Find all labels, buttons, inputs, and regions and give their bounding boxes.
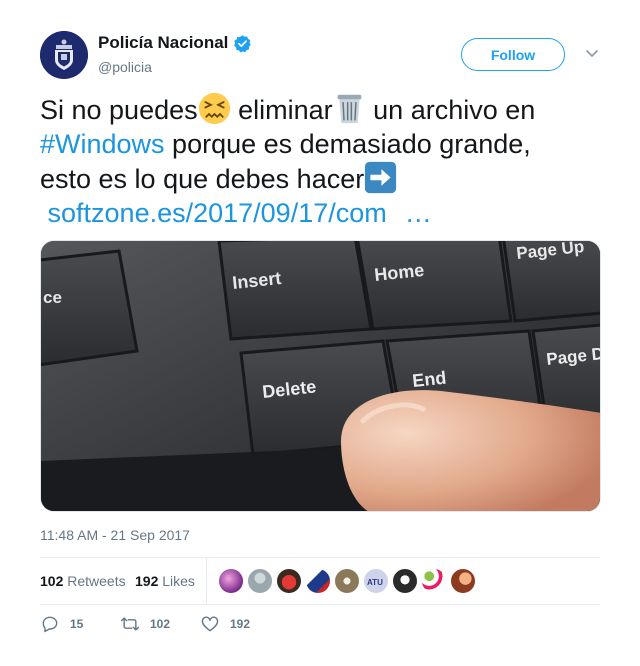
right-arrow-emoji <box>365 161 397 194</box>
liker-avatar[interactable] <box>305 568 331 594</box>
atu-logo-icon: ATU <box>367 578 383 587</box>
link-ellipsis: … <box>404 198 432 228</box>
retweet-button[interactable]: 102 <box>120 614 170 634</box>
divider <box>40 604 600 605</box>
retweets-stat[interactable]: 102 Retweets <box>40 573 126 589</box>
police-badge-icon <box>40 31 88 79</box>
likes-label: Likes <box>162 573 195 589</box>
tweet-text-segment: Si no puedes <box>40 95 198 125</box>
follow-button[interactable]: Follow <box>461 38 565 71</box>
tweet-line-2: #Windows porque es demasiado grande, <box>40 127 610 161</box>
tweet-text-segment: esto es lo que debes hacer <box>40 164 365 194</box>
divider <box>206 558 207 604</box>
tweet-line-3: esto es lo que debes hacer <box>40 161 610 196</box>
tweet-text-segment: porque es demasiado grande, <box>164 129 531 159</box>
tweet-line-4: softzone.es/2017/09/17/com … <box>40 196 610 230</box>
reply-count: 15 <box>70 617 84 631</box>
author-handle[interactable]: @policia <box>98 59 152 75</box>
reply-icon <box>42 616 58 633</box>
tweet-text-segment: eliminar <box>230 95 333 125</box>
liker-avatar[interactable] <box>392 568 418 594</box>
heart-icon <box>201 616 219 632</box>
liker-avatar[interactable] <box>450 568 476 594</box>
keyboard-photo: ce Insert Home Page Up Delete End Page D… <box>41 241 600 511</box>
key-insert: Insert <box>217 241 373 341</box>
likes-count: 192 <box>135 573 159 589</box>
like-button[interactable]: 192 <box>200 614 250 634</box>
tweet-timestamp[interactable]: 11:48 AM - 21 Sep 2017 <box>40 527 190 543</box>
liker-avatar[interactable] <box>218 568 244 594</box>
confounded-face-emoji <box>198 92 230 125</box>
external-link[interactable]: softzone.es/2017/09/17/com <box>48 198 387 228</box>
verified-badge-icon <box>234 34 252 53</box>
finger <box>341 390 600 511</box>
retweet-count: 102 <box>150 617 171 631</box>
liker-avatar[interactable] <box>421 568 447 594</box>
key-left-partial: ce <box>41 249 139 367</box>
hashtag-link[interactable]: #Windows <box>40 129 165 159</box>
key-page-up: Page Up <box>502 241 600 323</box>
key-home: Home <box>356 241 513 331</box>
retweet-icon <box>120 617 140 631</box>
svg-text:ATU: ATU <box>367 578 383 587</box>
key-label: End <box>411 368 447 391</box>
liker-avatar[interactable] <box>247 568 273 594</box>
author-avatar[interactable] <box>40 31 88 79</box>
svg-text:ce: ce <box>43 288 62 307</box>
tweet-text: Si no puedes eliminar un archivo en #Win… <box>40 92 610 230</box>
author-name-text: Policía Nacional <box>98 33 229 52</box>
tweet-stats: 102 Retweets 192 Likes ATU <box>40 558 600 604</box>
wastebasket-emoji <box>337 94 362 124</box>
like-count: 192 <box>230 617 251 631</box>
retweets-label: Retweets <box>67 573 126 589</box>
liker-avatar[interactable] <box>276 568 302 594</box>
tweet-line-1: Si no puedes eliminar un archivo en <box>40 92 610 127</box>
tweet-text-segment: un archivo en <box>365 95 536 125</box>
liker-avatar[interactable]: ATU <box>363 568 389 594</box>
reply-button[interactable]: 15 <box>40 614 83 634</box>
chevron-down-icon[interactable] <box>585 49 599 59</box>
tweet-media-image[interactable]: ce Insert Home Page Up Delete End Page D… <box>40 240 601 512</box>
author-name[interactable]: Policía Nacional <box>98 33 252 53</box>
likes-stat[interactable]: 192 Likes <box>135 573 195 589</box>
liker-avatar[interactable] <box>334 568 360 594</box>
retweets-count: 102 <box>40 573 64 589</box>
